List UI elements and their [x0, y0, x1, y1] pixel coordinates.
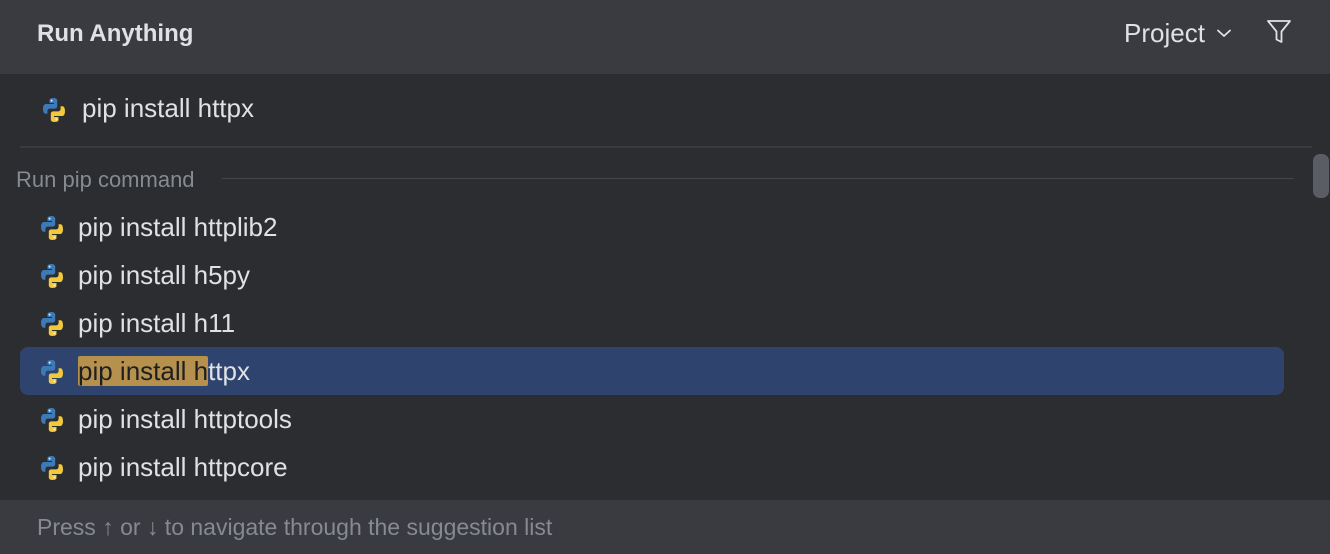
suggestion-item[interactable]: pip install httpcore: [20, 443, 1284, 491]
section-divider: [222, 178, 1294, 179]
python-icon: [38, 262, 66, 290]
suggestion-item[interactable]: pip install h11: [20, 299, 1284, 347]
scrollbar-thumb[interactable]: [1313, 154, 1329, 198]
suggestion-item-selected[interactable]: pip install httpx: [20, 347, 1284, 395]
command-input-row[interactable]: [0, 74, 1330, 146]
suggestion-label: pip install httplib2: [78, 212, 278, 242]
section-label: Run pip command: [16, 167, 195, 192]
suggestion-list: pip install httplib2 pip install h5py pi…: [20, 203, 1284, 491]
popup-title: Run Anything: [37, 20, 194, 47]
suggestion-item[interactable]: pip install h5py: [20, 251, 1284, 299]
scope-dropdown[interactable]: Project: [1124, 17, 1233, 49]
python-icon: [40, 96, 68, 124]
python-icon: [38, 406, 66, 434]
suggestion-label: pip install httpcore: [78, 452, 288, 482]
divider: [20, 146, 1312, 148]
python-icon: [38, 310, 66, 338]
match-remainder: ttpx: [208, 356, 250, 386]
suggestion-item[interactable]: pip install httplib2: [20, 203, 1284, 251]
popup-footer: Press ↑ or ↓ to navigate through the sug…: [0, 500, 1330, 554]
filter-icon[interactable]: [1264, 17, 1294, 47]
suggestion-label: pip install h5py: [78, 260, 250, 290]
navigation-hint: Press ↑ or ↓ to navigate through the sug…: [37, 514, 553, 540]
run-anything-popup: Run Anything Project Run pip command pip…: [0, 0, 1330, 554]
suggestion-label: pip install httptools: [78, 404, 292, 434]
match-highlight: pip install h: [78, 356, 209, 386]
chevron-down-icon: [1215, 24, 1233, 42]
suggestion-label: pip install httpx: [78, 356, 250, 387]
scope-label: Project: [1124, 17, 1205, 48]
suggestion-label: pip install h11: [78, 308, 236, 338]
suggestion-item[interactable]: pip install httptools: [20, 395, 1284, 443]
python-icon: [38, 358, 66, 386]
python-icon: [38, 454, 66, 482]
python-icon: [38, 214, 66, 242]
section-header: Run pip command: [16, 167, 195, 193]
popup-header: Run Anything Project: [0, 0, 1330, 74]
command-input[interactable]: [82, 93, 1282, 124]
